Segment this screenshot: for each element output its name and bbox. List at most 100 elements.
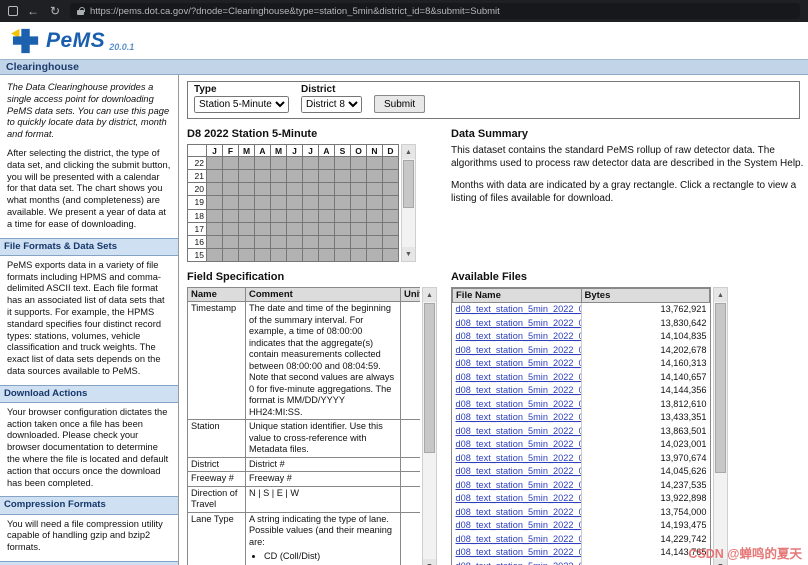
calendar-month-cell[interactable] (382, 247, 399, 263)
calendar-month-cell[interactable] (366, 247, 383, 263)
calendar-month-cell[interactable] (222, 155, 239, 171)
calendar-month-cell[interactable] (222, 247, 239, 263)
calendar-month-cell[interactable] (382, 155, 399, 171)
calendar-month-cell[interactable] (222, 221, 239, 236)
file-link[interactable]: d08_text_station_5min_2022_01_04.txt.gz (456, 345, 581, 355)
scrollbar-thumb[interactable] (424, 303, 435, 453)
scrollbar-thumb[interactable] (403, 160, 414, 208)
calendar-month-cell[interactable] (238, 221, 255, 236)
calendar-month-cell[interactable] (206, 155, 223, 171)
calendar-month-cell[interactable] (350, 247, 367, 263)
scroll-up-icon[interactable]: ▲ (423, 288, 436, 302)
calendar-month-cell[interactable] (286, 208, 303, 223)
calendar-month-cell[interactable] (302, 169, 319, 184)
file-link[interactable]: d08_text_station_5min_2022_01_05.txt.gz (456, 358, 581, 368)
calendar-month-cell[interactable] (254, 234, 271, 249)
scroll-down-icon[interactable]: ▼ (402, 247, 415, 261)
calendar-month-cell[interactable] (350, 182, 367, 197)
calendar-month-cell[interactable] (238, 155, 255, 171)
calendar-month-cell[interactable] (302, 208, 319, 223)
calendar-month-cell[interactable] (206, 169, 223, 184)
calendar-month-cell[interactable] (366, 221, 383, 236)
calendar-month-cell[interactable] (382, 234, 399, 249)
calendar-month-cell[interactable] (334, 221, 351, 236)
calendar-month-cell[interactable] (222, 234, 239, 249)
calendar-month-cell[interactable] (318, 169, 335, 184)
calendar-month-cell[interactable] (286, 195, 303, 210)
calendar-month-cell[interactable] (206, 208, 223, 223)
refresh-icon[interactable]: ↻ (48, 5, 62, 17)
calendar-month-cell[interactable] (286, 155, 303, 171)
address-bar[interactable]: https://pems.dot.ca.gov/?dnode=Clearingh… (70, 3, 800, 19)
calendar-month-cell[interactable] (238, 182, 255, 197)
calendar-month-cell[interactable] (254, 208, 271, 223)
url-text[interactable]: https://pems.dot.ca.gov/?dnode=Clearingh… (90, 6, 500, 17)
field-spec-scrollbar[interactable]: ▲ ▼ (422, 287, 437, 565)
calendar-month-cell[interactable] (270, 182, 287, 197)
calendar-month-cell[interactable] (206, 234, 223, 249)
calendar-month-cell[interactable] (350, 155, 367, 171)
calendar-month-cell[interactable] (318, 155, 335, 171)
calendar-scrollbar[interactable]: ▲ ▼ (401, 144, 416, 262)
calendar-month-cell[interactable] (254, 247, 271, 263)
calendar-month-cell[interactable] (350, 221, 367, 236)
calendar-month-cell[interactable] (254, 182, 271, 197)
scrollbar-thumb[interactable] (715, 303, 726, 473)
calendar-month-cell[interactable] (302, 221, 319, 236)
calendar-month-cell[interactable] (206, 247, 223, 263)
calendar-month-cell[interactable] (222, 169, 239, 184)
tab-icon[interactable] (8, 6, 18, 16)
calendar-month-cell[interactable] (366, 234, 383, 249)
file-link[interactable]: d08_text_station_5min_2022_01_18.txt.gz (456, 534, 581, 544)
calendar-month-cell[interactable] (318, 221, 335, 236)
file-link[interactable]: d08_text_station_5min_2022_01_15.txt.gz (456, 493, 581, 503)
calendar-month-cell[interactable] (318, 208, 335, 223)
calendar-month-cell[interactable] (270, 234, 287, 249)
calendar-month-cell[interactable] (222, 208, 239, 223)
calendar-month-cell[interactable] (270, 155, 287, 171)
file-link[interactable]: d08_text_station_5min_2022_01_06.txt.gz (456, 372, 581, 382)
calendar-month-cell[interactable] (254, 155, 271, 171)
calendar-month-cell[interactable] (222, 195, 239, 210)
file-link[interactable]: d08_text_station_5min_2022_01_16.txt.gz (456, 507, 581, 517)
calendar-month-cell[interactable] (286, 169, 303, 184)
calendar-month-cell[interactable] (366, 195, 383, 210)
scroll-up-icon[interactable]: ▲ (714, 288, 727, 302)
calendar-month-cell[interactable] (350, 169, 367, 184)
calendar-month-cell[interactable] (382, 208, 399, 223)
calendar-month-cell[interactable] (286, 182, 303, 197)
submit-button[interactable]: Submit (374, 95, 426, 113)
calendar-month-cell[interactable] (350, 195, 367, 210)
file-link[interactable]: d08_text_station_5min_2022_01_09.txt.gz (456, 412, 581, 422)
calendar-month-cell[interactable] (270, 195, 287, 210)
calendar-month-cell[interactable] (302, 155, 319, 171)
calendar-month-cell[interactable] (238, 247, 255, 263)
file-link[interactable]: d08_text_station_5min_2022_01_14.txt.gz (456, 480, 581, 490)
calendar-month-cell[interactable] (238, 208, 255, 223)
calendar-month-cell[interactable] (350, 234, 367, 249)
file-link[interactable]: d08_text_station_5min_2022_01_10.txt.gz (456, 426, 581, 436)
calendar-month-cell[interactable] (382, 195, 399, 210)
calendar-month-cell[interactable] (334, 208, 351, 223)
file-link[interactable]: d08_text_station_5min_2022_01_01.txt.gz (456, 304, 581, 314)
calendar-month-cell[interactable] (238, 195, 255, 210)
calendar-month-cell[interactable] (206, 182, 223, 197)
back-icon[interactable]: ← (26, 5, 40, 17)
calendar-month-cell[interactable] (302, 247, 319, 263)
file-link[interactable]: d08_text_station_5min_2022_01_13.txt.gz (456, 466, 581, 476)
calendar-month-cell[interactable] (254, 169, 271, 184)
calendar-month-cell[interactable] (254, 221, 271, 236)
file-link[interactable]: d08_text_station_5min_2022_01_11.txt.gz (456, 439, 581, 449)
calendar-month-cell[interactable] (382, 182, 399, 197)
calendar-month-cell[interactable] (286, 221, 303, 236)
scroll-down-icon[interactable]: ▼ (423, 559, 436, 565)
calendar-month-cell[interactable] (318, 234, 335, 249)
calendar-month-cell[interactable] (334, 247, 351, 263)
calendar-month-cell[interactable] (366, 155, 383, 171)
calendar-month-cell[interactable] (366, 169, 383, 184)
file-link[interactable]: d08_text_station_5min_2022_01_19.txt.gz (456, 547, 581, 557)
calendar-month-cell[interactable] (238, 169, 255, 184)
calendar-month-cell[interactable] (270, 208, 287, 223)
file-link[interactable]: d08_text_station_5min_2022_01_17.txt.gz (456, 520, 581, 530)
calendar-month-cell[interactable] (382, 221, 399, 236)
